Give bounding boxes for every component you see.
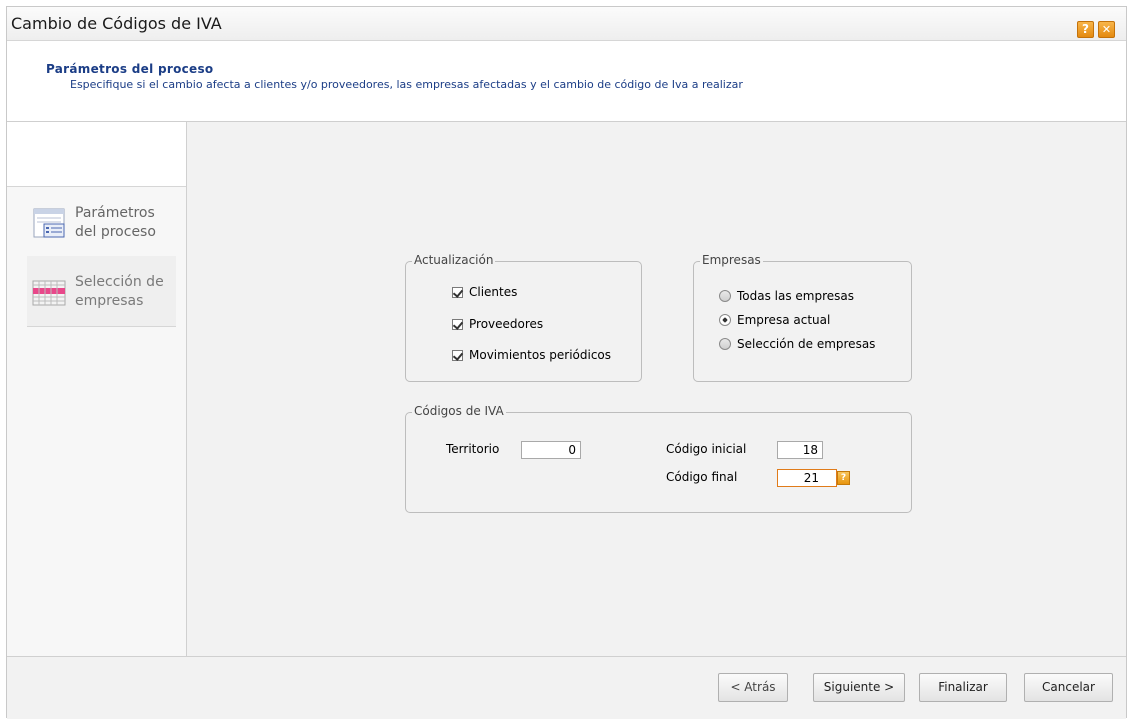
window-title: Cambio de Códigos de IVA (11, 14, 222, 33)
checkbox-box[interactable] (452, 286, 463, 298)
checkbox-label: Movimientos periódicos (469, 348, 612, 362)
form-icon (32, 206, 66, 240)
sidebar-item-label: Selección de empresas (75, 273, 164, 311)
radio-dot[interactable] (719, 338, 731, 350)
wizard-footer: < Atrás Siguiente > Finalizar Cancelar (7, 656, 1126, 719)
page-description: Especifique si el cambio afecta a client… (70, 78, 743, 91)
step-label-line1: Parámetros (75, 205, 155, 221)
codigos-iva-group: Códigos de IVA Territorio 0 Código inici… (405, 404, 912, 513)
checkbox-box[interactable] (452, 318, 463, 330)
checkbox-label: Proveedores (469, 317, 544, 331)
close-button[interactable]: ✕ (1098, 21, 1115, 38)
grid-icon (32, 275, 66, 309)
wizard-window: Cambio de Códigos de IVA ? ✕ Parámetros … (6, 6, 1127, 719)
territorio-field[interactable]: 0 (521, 441, 581, 459)
wizard-header: Parámetros del proceso Especifique si el… (7, 41, 1126, 122)
back-button[interactable]: < Atrás (718, 673, 788, 702)
clientes-checkbox[interactable]: Clientes (452, 285, 517, 299)
step-label-line1: Selección de (75, 274, 164, 290)
actualizacion-group: Actualización Clientes Proveedores Movim… (405, 253, 642, 382)
sidebar-item-seleccion[interactable]: Selección de empresas (27, 256, 176, 327)
seleccion-empresas-radio[interactable]: Selección de empresas (719, 337, 875, 351)
codigo-inicial-field[interactable]: 18 (777, 441, 823, 459)
checkbox-box[interactable] (452, 349, 463, 361)
radio-dot[interactable] (719, 290, 731, 302)
empresas-group: Empresas Todas las empresas Empresa actu… (693, 253, 912, 382)
radio-label: Selección de empresas (737, 337, 876, 351)
steps-sidebar: Parámetros del proceso Selección de empr… (7, 122, 187, 656)
codigos-legend: Códigos de IVA (412, 404, 506, 418)
empresas-legend: Empresas (700, 253, 763, 267)
codigo-inicial-label: Código inicial (666, 442, 747, 456)
wizard-body: Parámetros del proceso Selección de empr… (7, 122, 1126, 656)
sidebar-item-label: Parámetros del proceso (75, 204, 156, 242)
territorio-label: Territorio (446, 442, 500, 456)
step-label-line2: del proceso (75, 224, 156, 240)
codigo-final-label: Código final (666, 470, 738, 484)
radio-label: Todas las empresas (737, 289, 855, 303)
lookup-button[interactable]: ? (837, 471, 850, 485)
next-button[interactable]: Siguiente > (813, 673, 905, 702)
sidebar-spacer (7, 122, 186, 187)
sidebar-item-parametros[interactable]: Parámetros del proceso (27, 187, 176, 253)
codigo-final-field[interactable]: 21 (777, 469, 837, 487)
movimientos-checkbox[interactable]: Movimientos periódicos (452, 348, 611, 362)
checkbox-label: Clientes (469, 285, 518, 299)
proveedores-checkbox[interactable]: Proveedores (452, 317, 543, 331)
step-label-line2: empresas (75, 293, 144, 309)
help-button[interactable]: ? (1077, 21, 1094, 38)
radio-label: Empresa actual (737, 313, 831, 327)
actualizacion-legend: Actualización (412, 253, 496, 267)
radio-dot[interactable] (719, 314, 731, 326)
todas-empresas-radio[interactable]: Todas las empresas (719, 289, 854, 303)
finish-button[interactable]: Finalizar (919, 673, 1007, 702)
page-title: Parámetros del proceso (46, 62, 214, 76)
cancel-button[interactable]: Cancelar (1024, 673, 1113, 702)
title-bar: Cambio de Códigos de IVA ? ✕ (7, 7, 1126, 41)
empresa-actual-radio[interactable]: Empresa actual (719, 313, 830, 327)
